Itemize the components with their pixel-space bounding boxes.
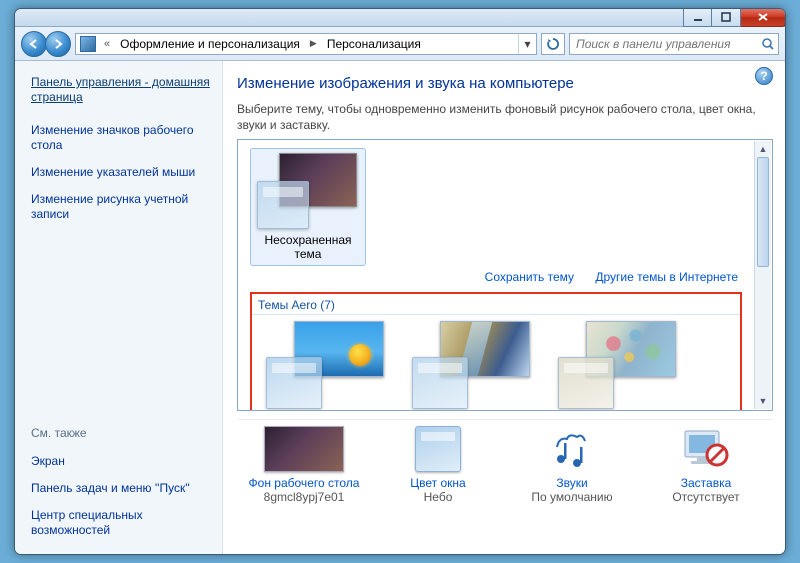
breadcrumb-bar[interactable]: « Оформление и персонализация ▶ Персонал… [75,33,537,55]
theme-label: Несохраненная тема [253,233,363,261]
close-button[interactable] [741,8,786,27]
sidebar-link-account-picture[interactable]: Изменение рисунка учетной записи [31,192,210,222]
window-color-thumbnail [415,426,461,472]
theme-links-row: Сохранить тему Другие темы в Интернете [250,266,762,290]
nav-buttons [21,31,71,57]
seealso-link-taskbar[interactable]: Панель задач и меню ''Пуск'' [31,481,210,496]
screensaver-item[interactable]: Заставка Отсутствует [643,426,769,504]
themes-panel: ▲ ▼ Несохраненная тема Сохранить [237,139,773,411]
refresh-icon [546,37,560,51]
aero-section: Темы Aero (7) [250,292,762,411]
seealso-link-display[interactable]: Экран [31,454,210,469]
content-area: ? Изменение изображения и звука на компь… [223,61,785,554]
screensaver-icon [666,426,746,472]
page-title: Изменение изображения и звука на компьют… [237,75,773,92]
more-themes-link[interactable]: Другие темы в Интернете [595,270,738,284]
search-box[interactable] [569,33,779,55]
breadcrumb-seg-2[interactable]: Персонализация [321,34,427,54]
sounds-link[interactable]: Звуки [509,476,635,490]
aero-theme-tile-1[interactable] [260,321,392,411]
window-color-item[interactable]: Цвет окна Небо [375,426,501,504]
titlebar [15,9,785,27]
see-also-heading: См. также [31,426,210,440]
screensaver-link[interactable]: Заставка [643,476,769,490]
aero-glass-2 [412,357,468,409]
desktop-background-item[interactable]: Фон рабочего стола 8gmcl8ypj7e01 [241,426,367,504]
window-controls [683,8,786,27]
body-region: Панель управления - домашняя страница Из… [15,61,785,554]
page-description: Выберите тему, чтобы одновременно измени… [237,102,773,133]
forward-button[interactable] [45,31,71,57]
search-input[interactable] [570,37,758,51]
breadcrumb-overflow-icon[interactable]: « [100,38,114,50]
aero-section-header: Темы Aero (7) [252,296,740,315]
aero-theme-tile-3[interactable] [552,321,684,411]
theme-thumbnail-glass [257,181,309,229]
personalization-window: « Оформление и персонализация ▶ Персонал… [14,8,786,555]
scroll-thumb[interactable] [757,157,769,267]
help-icon[interactable]: ? [755,67,773,85]
control-panel-home-link[interactable]: Панель управления - домашняя страница [31,75,210,105]
sidebar: Панель управления - домашняя страница Из… [15,61,223,554]
aero-theme-tile-2[interactable] [406,321,538,411]
sounds-item[interactable]: Звуки По умолчанию [509,426,635,504]
maximize-button[interactable] [712,8,741,27]
aero-glass-1 [266,357,322,409]
highlight-box: Темы Aero (7) [250,292,742,411]
window-color-link[interactable]: Цвет окна [375,476,501,490]
minimize-button[interactable] [683,8,712,27]
search-icon[interactable] [758,37,778,51]
scroll-down-icon[interactable]: ▼ [755,393,771,409]
breadcrumb-seg-1[interactable]: Оформление и персонализация [114,34,306,54]
arrow-right-icon [52,38,64,50]
sidebar-link-mouse-pointers[interactable]: Изменение указателей мыши [31,165,210,180]
sounds-icon [532,426,612,472]
aero-themes-row [252,315,740,411]
bottom-settings-row: Фон рабочего стола 8gmcl8ypj7e01 Цвет ок… [237,419,773,508]
aero-glass-3 [558,357,614,409]
desktop-background-link[interactable]: Фон рабочего стола [241,476,367,490]
close-icon [757,12,769,22]
seealso-link-ease-of-access[interactable]: Центр специальных возможностей [31,508,210,538]
desktop-background-thumbnail [264,426,344,472]
back-button[interactable] [21,31,47,57]
window-color-value: Небо [375,490,501,504]
theme-tile-unsaved[interactable]: Несохраненная тема [250,148,366,266]
address-bar: « Оформление и персонализация ▶ Персонал… [15,27,785,61]
control-panel-icon [80,36,96,52]
minimize-icon [693,12,703,22]
scroll-up-icon[interactable]: ▲ [755,141,771,157]
screensaver-value: Отсутствует [643,490,769,504]
breadcrumb-dropdown[interactable]: ▾ [518,34,536,54]
save-theme-link[interactable]: Сохранить тему [485,270,574,284]
chevron-right-icon: ▶ [306,38,321,49]
arrow-left-icon [28,38,40,50]
themes-scrollbar[interactable]: ▲ ▼ [754,141,771,409]
refresh-button[interactable] [541,33,565,55]
sounds-value: По умолчанию [509,490,635,504]
sidebar-link-desktop-icons[interactable]: Изменение значков рабочего стола [31,123,210,153]
maximize-icon [721,12,731,22]
desktop-background-value: 8gmcl8ypj7e01 [241,490,367,504]
